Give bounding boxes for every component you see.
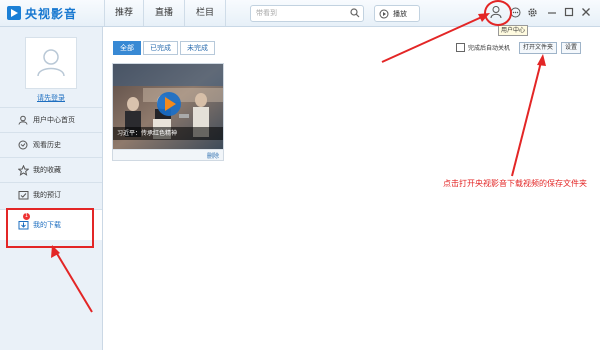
star-icon [17,164,29,176]
auto-shutdown-label: 完成后自动关机 [468,45,511,52]
search-placeholder: 带看到 [256,9,277,17]
highlight-box-downloads [6,208,94,248]
play-label: 播放 [393,9,407,18]
app-logo[interactable]: 央视影音 [6,4,77,22]
history-icon [17,139,29,151]
close-icon[interactable] [581,7,591,17]
auto-shutdown-option[interactable]: 完成后自动关机 [456,43,510,52]
arrow-to-open-folder [511,61,542,177]
filter-tab-completed[interactable]: 已完成 [143,41,178,55]
sidebar-item-label: 我的预订 [33,191,61,199]
auto-shutdown-checkbox[interactable] [456,43,465,52]
search-box[interactable]: 带看到 [250,5,364,22]
minimize-icon[interactable] [547,7,557,17]
app-title: 央视影音 [25,6,78,21]
filter-tab-all[interactable]: 全部 [113,41,141,55]
download-filter-tabs: 全部 已完成 未完成 [113,41,217,55]
sidebar-item-favorites[interactable]: 我的收藏 [0,157,102,182]
maximize-icon[interactable] [564,7,574,17]
settings-button[interactable]: 设置 [561,42,582,54]
delete-link[interactable]: 删除 [207,151,219,160]
open-folder-button[interactable]: 打开文件夹 [519,42,558,54]
user-center-tooltip: 用户中心 [498,25,529,36]
video-caption: 习近平：传承红色精神 [113,127,223,140]
sidebar-item-user-home[interactable]: 用户中心首页 [0,107,102,132]
sidebar-item-label: 用户中心首页 [33,116,75,124]
annotation-text: 点击打开央视影音下载视频的保存文件夹 [443,179,587,188]
play-button[interactable]: 播放 [374,5,420,22]
logo-icon [7,6,21,20]
tab-live[interactable]: 直播 [143,0,184,26]
tab-recommend[interactable]: 推荐 [104,0,143,26]
calendar-icon [17,189,29,201]
filter-tab-incomplete[interactable]: 未完成 [180,41,215,55]
sidebar: 请先登录 用户中心首页 观看历史 我的收藏 我的预订 我的下载 1 [0,27,103,350]
highlight-circle-user-center [484,0,512,26]
user-icon [17,114,29,126]
sidebar-item-label: 我的收藏 [33,166,61,174]
card-footer: 删除 [113,149,223,160]
video-thumbnail[interactable]: 习近平：传承红色精神 [113,64,223,150]
default-avatar-icon [37,49,65,77]
tab-columns[interactable]: 栏目 [184,0,226,26]
arrow-head-open-folder [537,54,546,66]
login-link[interactable]: 请先登录 [0,93,102,103]
search-icon[interactable] [350,8,360,18]
sidebar-item-history[interactable]: 观看历史 [0,132,102,157]
avatar[interactable] [25,37,77,89]
gear-icon[interactable] [527,7,538,18]
download-item-card[interactable]: 习近平：传承红色精神 删除 [112,63,224,161]
play-circle-icon [379,9,389,18]
sidebar-item-bookings[interactable]: 我的预订 [0,182,102,207]
sidebar-item-label: 观看历史 [33,141,61,149]
